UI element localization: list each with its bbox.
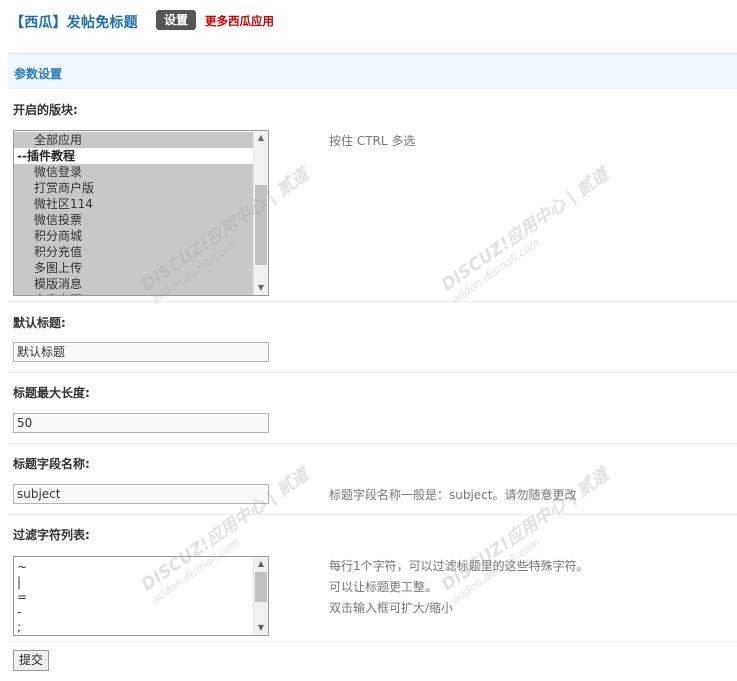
textarea-scrollbar[interactable]: ▲ ▼ xyxy=(253,557,268,635)
list-option[interactable]: 全部应用 xyxy=(14,132,253,148)
scroll-thumb[interactable] xyxy=(255,185,267,265)
divider xyxy=(8,641,737,642)
more-apps-link[interactable]: 更多西瓜应用 xyxy=(205,13,274,29)
filter-chars-label: 过滤字符列表: xyxy=(13,528,90,542)
submit-button[interactable]: 提交 xyxy=(13,650,49,671)
list-option[interactable]: 微信投票 xyxy=(14,212,253,228)
scroll-up-icon[interactable]: ▲ xyxy=(254,557,268,571)
max-length-label: 标题最大长度: xyxy=(13,386,90,400)
field-name-label: 标题字段名称: xyxy=(13,457,90,471)
divider xyxy=(8,443,737,444)
field-name-hint: 标题字段名称一般是：subject。请勿随意更改 xyxy=(329,488,577,502)
page-title: 【西瓜】发帖免标题 xyxy=(10,15,138,31)
list-option[interactable]: 打赏商户版 xyxy=(14,180,253,196)
default-title-input[interactable]: 默认标题 xyxy=(13,342,269,362)
section-title: 参数设置 xyxy=(14,67,63,81)
watermark: DISCUZ!应用中心 | 贰道 addon.dismall.com xyxy=(437,164,613,307)
list-option[interactable]: 积分商城 xyxy=(14,228,253,244)
textarea-line: | xyxy=(17,575,22,589)
textarea-line: ; xyxy=(17,620,22,634)
forums-label: 开启的版块: xyxy=(13,103,78,117)
divider xyxy=(8,514,737,515)
list-option[interactable]: 文章专区 xyxy=(14,292,253,295)
list-option[interactable]: 模版消息 xyxy=(14,276,253,292)
forums-listbox[interactable]: 全部应用 --插件教程 微信登录 打赏商户版 微社区114 微信投票 积分商城 积分充值 多图上… xyxy=(13,130,269,296)
filter-chars-textarea[interactable]: ~ | = -; ▲ ▼ xyxy=(13,556,269,636)
list-group-label: --插件教程 xyxy=(14,148,253,164)
textarea-line: = xyxy=(17,590,28,604)
tab-settings[interactable]: 设置 xyxy=(156,10,196,30)
divider xyxy=(8,372,737,373)
list-option[interactable]: 多图上传 xyxy=(14,260,253,276)
hint-line: 每行1个字符，可以过滤标题里的这些特殊字符。 xyxy=(329,559,589,573)
scroll-up-icon[interactable]: ▲ xyxy=(254,131,268,145)
scroll-down-icon[interactable]: ▼ xyxy=(254,281,268,295)
textarea-line: ~ xyxy=(17,560,28,574)
list-option[interactable]: 积分充值 xyxy=(14,244,253,260)
hint-line: 双击输入框可扩大/缩小 xyxy=(329,601,454,615)
scroll-down-icon[interactable]: ▼ xyxy=(254,621,268,635)
max-length-input[interactable]: 50 xyxy=(13,413,269,433)
listbox-scrollbar[interactable]: ▲ ▼ xyxy=(253,131,268,295)
filter-chars-hint: 每行1个字符，可以过滤标题里的这些特殊字符。 可以让标题更工整。 双击输入框可扩… xyxy=(329,558,589,617)
scroll-thumb[interactable] xyxy=(255,572,267,602)
list-option[interactable]: 微社区114 xyxy=(14,196,253,212)
default-title-label: 默认标题: xyxy=(13,316,66,330)
forums-hint: 按住 CTRL 多选 xyxy=(329,134,416,148)
hint-line: 可以让标题更工整。 xyxy=(329,580,438,594)
list-option[interactable]: 微信登录 xyxy=(14,164,253,180)
field-name-input[interactable]: subject xyxy=(13,484,269,504)
divider xyxy=(8,301,737,302)
textarea-line: - xyxy=(17,605,22,619)
section-header: 参数设置 xyxy=(8,53,737,89)
